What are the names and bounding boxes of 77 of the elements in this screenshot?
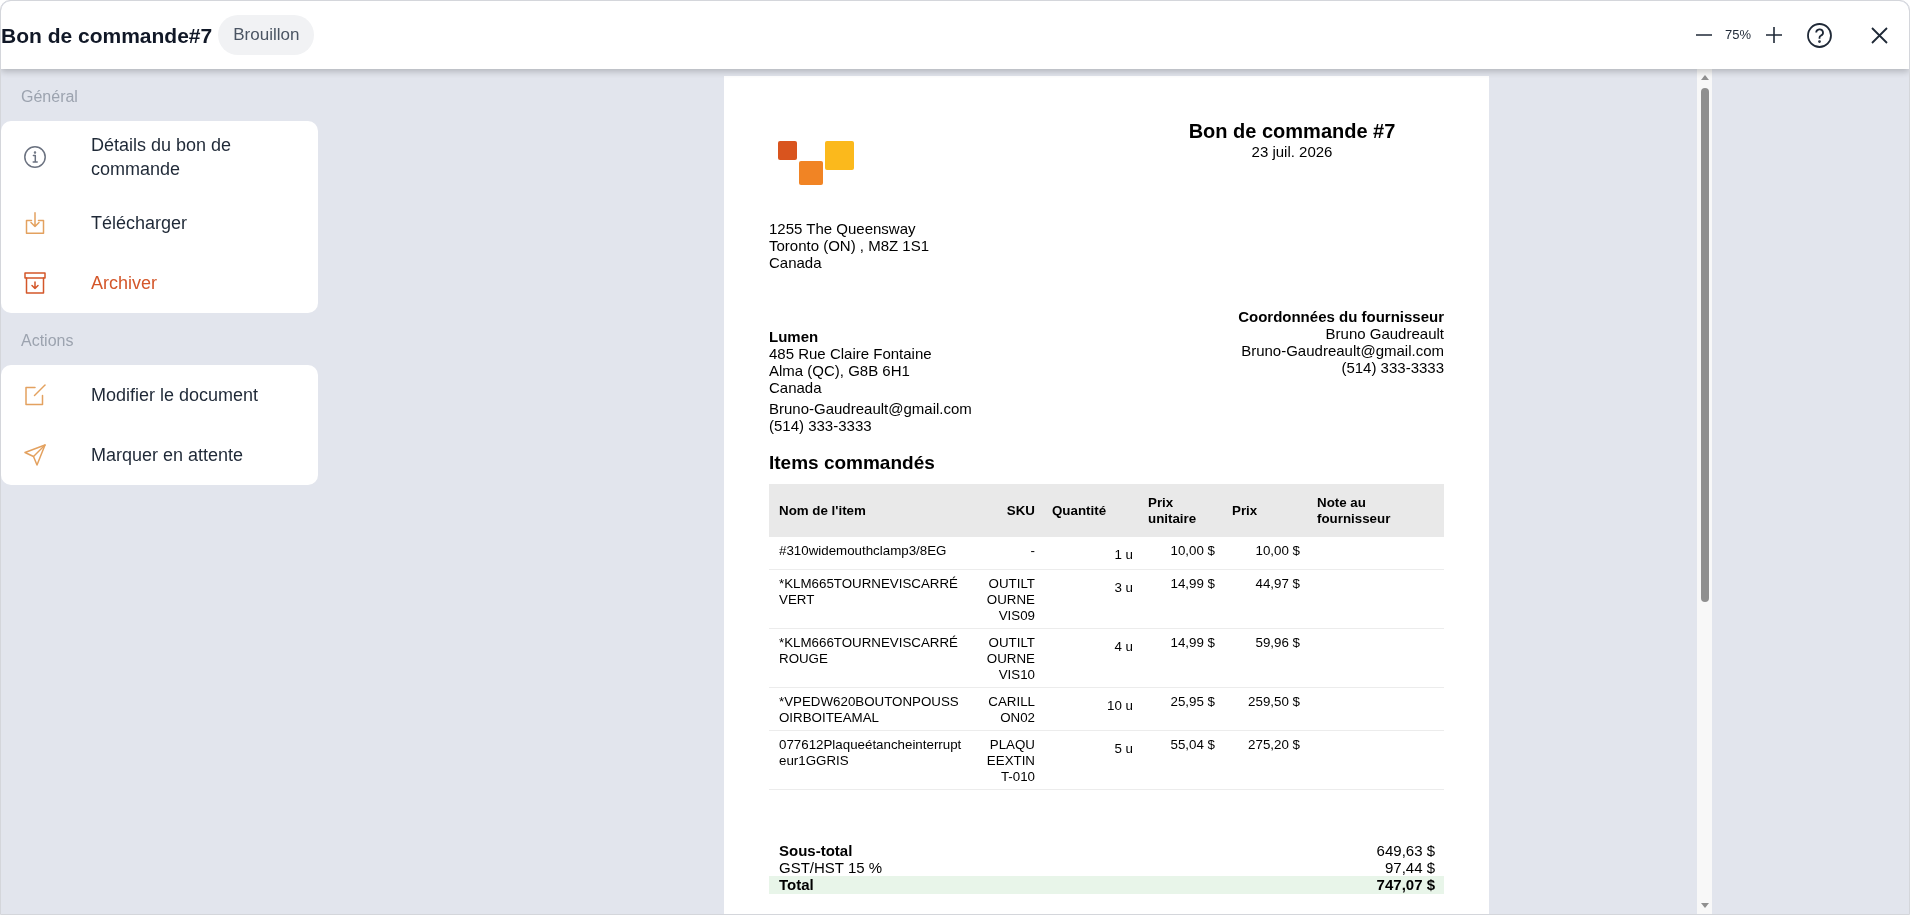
table-cell: 10,00 $	[1255, 543, 1300, 558]
table-cell: 25,95 $	[1170, 694, 1215, 709]
scrollbar-thumb[interactable]	[1700, 88, 1709, 602]
column-header: Note au fournisseur	[1317, 494, 1392, 527]
download-icon	[23, 211, 47, 235]
summary-label: Sous-total	[779, 842, 853, 859]
table-cell: 10,00 $	[1170, 543, 1215, 558]
table-cell: 5 u	[1114, 741, 1133, 756]
scroll-down-icon[interactable]	[1700, 903, 1709, 908]
scroll-up-icon[interactable]	[1700, 75, 1709, 80]
table-cell: 14,99 $	[1170, 635, 1215, 650]
archive-icon	[23, 271, 47, 295]
address-line: 485 Rue Claire Fontaine	[769, 345, 932, 362]
table-cell: PLAQUEEXTINT-010	[986, 737, 1035, 784]
table-cell: OUTILTOURNEVIS10	[986, 635, 1035, 682]
window-title: Bon de commande#7	[1, 24, 213, 46]
supplier-name: Lumen	[769, 328, 819, 345]
sidebar-item[interactable]: Marquer en attente	[1, 425, 318, 485]
table-cell: 10 u	[1107, 698, 1133, 713]
sidebar-item[interactable]: Modifier le document	[1, 365, 318, 425]
edit-icon	[23, 383, 47, 407]
column-header: Nom de l'item	[779, 502, 866, 519]
contact-phone: (514) 333-3333	[1341, 359, 1444, 376]
minus-icon[interactable]	[1695, 34, 1712, 36]
plus-icon[interactable]	[1766, 27, 1782, 43]
document-title: Bon de commande #7	[1188, 120, 1396, 143]
address-line: Canada	[769, 379, 822, 396]
table-cell: 3 u	[1114, 580, 1133, 595]
table-cell: 259,50 $	[1248, 694, 1300, 709]
table-cell: *VPEDW620BOUTONPOUSSOIRBOITEAMAL	[779, 694, 959, 725]
table-cell: *KLM666TOURNEVISCARRÉ ROUGE	[779, 635, 958, 666]
zoom-level: 75%	[1724, 26, 1751, 45]
table-cell: CARILLON02	[988, 694, 1035, 725]
table-cell: OUTILTOURNEVIS09	[986, 576, 1035, 623]
address-line: 1255 The Queensway	[769, 220, 916, 237]
contact-name: Bruno Gaudreault	[1325, 325, 1444, 342]
table-cell: 55,04 $	[1170, 737, 1215, 752]
column-header: Quantité	[1052, 502, 1107, 519]
summary-amount: 747,07 $	[1376, 876, 1435, 894]
address-line: Alma (QC), G8B 6H1	[769, 362, 910, 379]
table-cell: 59,96 $	[1255, 635, 1300, 650]
table-cell: 44,97 $	[1255, 576, 1300, 591]
table-cell: 14,99 $	[1170, 576, 1215, 591]
table-cell: -	[1030, 543, 1035, 558]
table-cell: 4 u	[1114, 639, 1133, 654]
close-icon[interactable]	[1871, 26, 1888, 44]
summary-label: GST/HST 15 %	[779, 859, 883, 876]
address-line: Toronto (ON) , M8Z 1S1	[769, 237, 930, 254]
supplier-phone: (514) 333-3333	[769, 417, 872, 434]
summary-label: Total	[779, 876, 814, 894]
contact-heading: Coordonnées du fournisseur	[1238, 308, 1444, 325]
sidebar-item[interactable]: Détails du bon de commande	[1, 121, 318, 193]
summary-amount: 97,44 $	[1384, 859, 1435, 876]
scrollbar-track[interactable]	[1697, 69, 1712, 914]
sidebar-item[interactable]: Archiver	[1, 253, 318, 313]
table-cell: 077612Plaqueétancheinterrupteur1GGRIS	[779, 737, 962, 768]
help-icon[interactable]	[1807, 22, 1832, 48]
table-cell: 275,20 $	[1248, 737, 1300, 752]
status-badge: Brouillon	[218, 15, 315, 55]
info-icon	[23, 145, 47, 169]
column-header: Prix unitaire	[1148, 494, 1198, 527]
table-cell: *KLM665TOURNEVISCARRÉ VERT	[779, 576, 958, 607]
sidebar-item[interactable]: Télécharger	[1, 193, 318, 253]
table-cell: #310widemouthclamp3/8EG	[779, 543, 947, 558]
section-heading: Actions	[21, 330, 74, 351]
send-icon	[23, 443, 47, 467]
section-heading: Général	[21, 86, 78, 107]
contact-email: Bruno-Gaudreault@gmail.com	[1241, 342, 1444, 359]
section-title: Items commandés	[769, 452, 935, 474]
column-header: Prix	[1232, 502, 1258, 519]
column-header: SKU	[1006, 502, 1035, 519]
table-cell: 1 u	[1114, 547, 1133, 562]
document-date: 23 juil. 2026	[1251, 143, 1333, 160]
summary-amount: 649,63 $	[1376, 842, 1435, 859]
address-line: Canada	[769, 254, 822, 271]
supplier-email: Bruno-Gaudreault@gmail.com	[769, 400, 972, 417]
logo-icon	[778, 141, 854, 185]
